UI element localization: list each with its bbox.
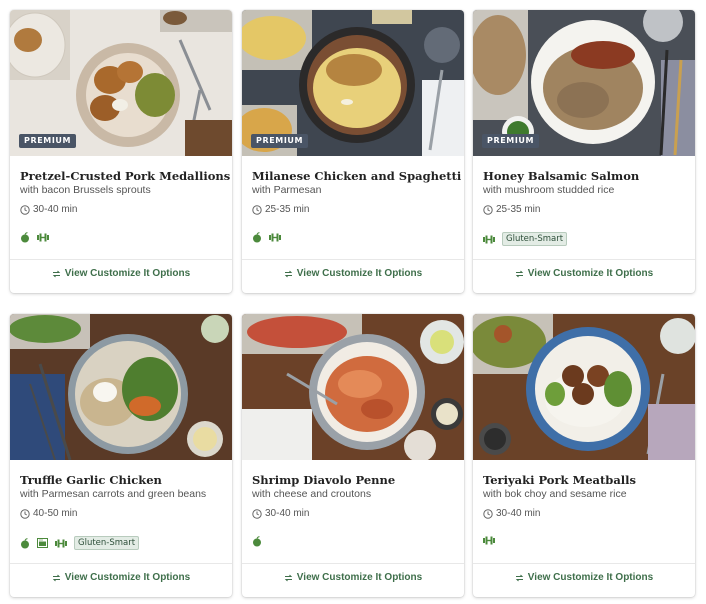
meal-subtitle: with Parmesan <box>252 184 322 196</box>
meal-tags <box>252 536 269 547</box>
meal-title[interactable]: Shrimp Diavolo Penne <box>252 473 457 487</box>
cook-time: 30-40 min <box>20 204 77 215</box>
clock-icon <box>252 204 262 215</box>
cta-label: View Customize It Options <box>296 268 423 279</box>
meal-photo[interactable]: PREMIUM <box>242 10 464 156</box>
meal-card[interactable]: Teriyaki Pork Meatballs with bok choy an… <box>473 314 695 597</box>
swap-icon <box>284 574 293 581</box>
cta-label: View Customize It Options <box>296 572 423 583</box>
dumbbell-icon[interactable] <box>37 233 49 242</box>
meal-photo[interactable] <box>10 314 232 460</box>
cook-time: 25-35 min <box>483 204 540 215</box>
divider <box>242 563 464 564</box>
meal-tags: Gluten-Smart <box>483 232 568 246</box>
swap-icon <box>52 270 61 277</box>
meal-title[interactable]: Truffle Garlic Chicken <box>20 473 225 487</box>
divider <box>10 563 232 564</box>
meal-title[interactable]: Teriyaki Pork Meatballs <box>483 473 688 487</box>
meal-subtitle: with cheese and croutons <box>252 488 372 500</box>
clock-icon <box>20 508 30 519</box>
apple-icon[interactable] <box>20 232 30 243</box>
apple-icon[interactable] <box>20 537 30 549</box>
swap-icon <box>52 574 61 581</box>
dumbbell-icon[interactable] <box>269 233 281 242</box>
dumbbell-icon[interactable] <box>483 235 495 244</box>
meal-subtitle: with bok choy and sesame rice <box>483 488 627 500</box>
view-customize-options-link[interactable]: View Customize It Options <box>10 572 232 583</box>
meal-title[interactable]: Pretzel-Crusted Pork Medallions <box>20 169 230 183</box>
gluten-smart-tag[interactable]: Gluten-Smart <box>502 232 568 246</box>
cta-label: View Customize It Options <box>527 572 654 583</box>
meal-card[interactable]: PREMIUM Milanese Chicken and Spaghetti w… <box>242 10 464 293</box>
swap-icon <box>515 270 524 277</box>
cook-time: 25-35 min <box>252 204 309 215</box>
divider <box>473 563 695 564</box>
dumbbell-icon[interactable] <box>483 536 495 545</box>
meal-tags <box>483 536 502 545</box>
cook-time-label: 25-35 min <box>496 204 541 215</box>
meal-subtitle: with mushroom studded rice <box>483 184 615 196</box>
meal-card[interactable]: Truffle Garlic Chicken with Parmesan car… <box>10 314 232 597</box>
cook-time: 40-50 min <box>20 508 77 519</box>
premium-badge: PREMIUM <box>482 134 540 148</box>
view-customize-options-link[interactable]: View Customize It Options <box>473 572 695 583</box>
meal-tags <box>20 232 56 243</box>
meal-subtitle: with Parmesan carrots and green beans <box>20 488 207 500</box>
dumbbell-icon[interactable] <box>55 539 67 548</box>
gluten-smart-tag[interactable]: Gluten-Smart <box>74 536 140 550</box>
cook-time: 30-40 min <box>483 508 540 519</box>
cook-time-label: 30-40 min <box>33 204 78 215</box>
view-customize-options-link[interactable]: View Customize It Options <box>10 268 232 279</box>
divider <box>242 259 464 260</box>
cook-time-label: 30-40 min <box>496 508 541 519</box>
apple-icon[interactable] <box>252 536 262 547</box>
view-customize-options-link[interactable]: View Customize It Options <box>242 268 464 279</box>
meal-tags: Gluten-Smart <box>20 536 140 550</box>
clock-icon <box>252 508 262 519</box>
meal-tags <box>252 232 288 243</box>
clock-icon <box>483 204 493 215</box>
meal-photo[interactable] <box>473 314 695 460</box>
cta-label: View Customize It Options <box>527 268 654 279</box>
meal-subtitle: with bacon Brussels sprouts <box>20 184 151 196</box>
cta-label: View Customize It Options <box>64 572 191 583</box>
clock-icon <box>20 204 30 215</box>
meal-card[interactable]: PREMIUM Pretzel-Crusted Pork Medallions … <box>10 10 232 293</box>
view-customize-options-link[interactable]: View Customize It Options <box>473 268 695 279</box>
meal-title[interactable]: Honey Balsamic Salmon <box>483 169 688 183</box>
cook-time-label: 40-50 min <box>33 508 78 519</box>
cook-time-label: 30-40 min <box>265 508 310 519</box>
meal-photo[interactable]: PREMIUM <box>473 10 695 156</box>
premium-badge: PREMIUM <box>19 134 77 148</box>
meal-card[interactable]: Shrimp Diavolo Penne with cheese and cro… <box>242 314 464 597</box>
divider <box>473 259 695 260</box>
view-customize-options-link[interactable]: View Customize It Options <box>242 572 464 583</box>
meal-photo[interactable]: PREMIUM <box>10 10 232 156</box>
oven-icon[interactable] <box>37 538 48 548</box>
apple-icon[interactable] <box>252 232 262 243</box>
meal-card[interactable]: PREMIUM Honey Balsamic Salmon with mushr… <box>473 10 695 293</box>
cook-time: 30-40 min <box>252 508 309 519</box>
cook-time-label: 25-35 min <box>265 204 310 215</box>
premium-badge: PREMIUM <box>251 134 309 148</box>
swap-icon <box>284 270 293 277</box>
cta-label: View Customize It Options <box>64 268 191 279</box>
swap-icon <box>515 574 524 581</box>
meal-title[interactable]: Milanese Chicken and Spaghetti <box>252 169 461 183</box>
divider <box>10 259 232 260</box>
clock-icon <box>483 508 493 519</box>
meal-photo[interactable] <box>242 314 464 460</box>
